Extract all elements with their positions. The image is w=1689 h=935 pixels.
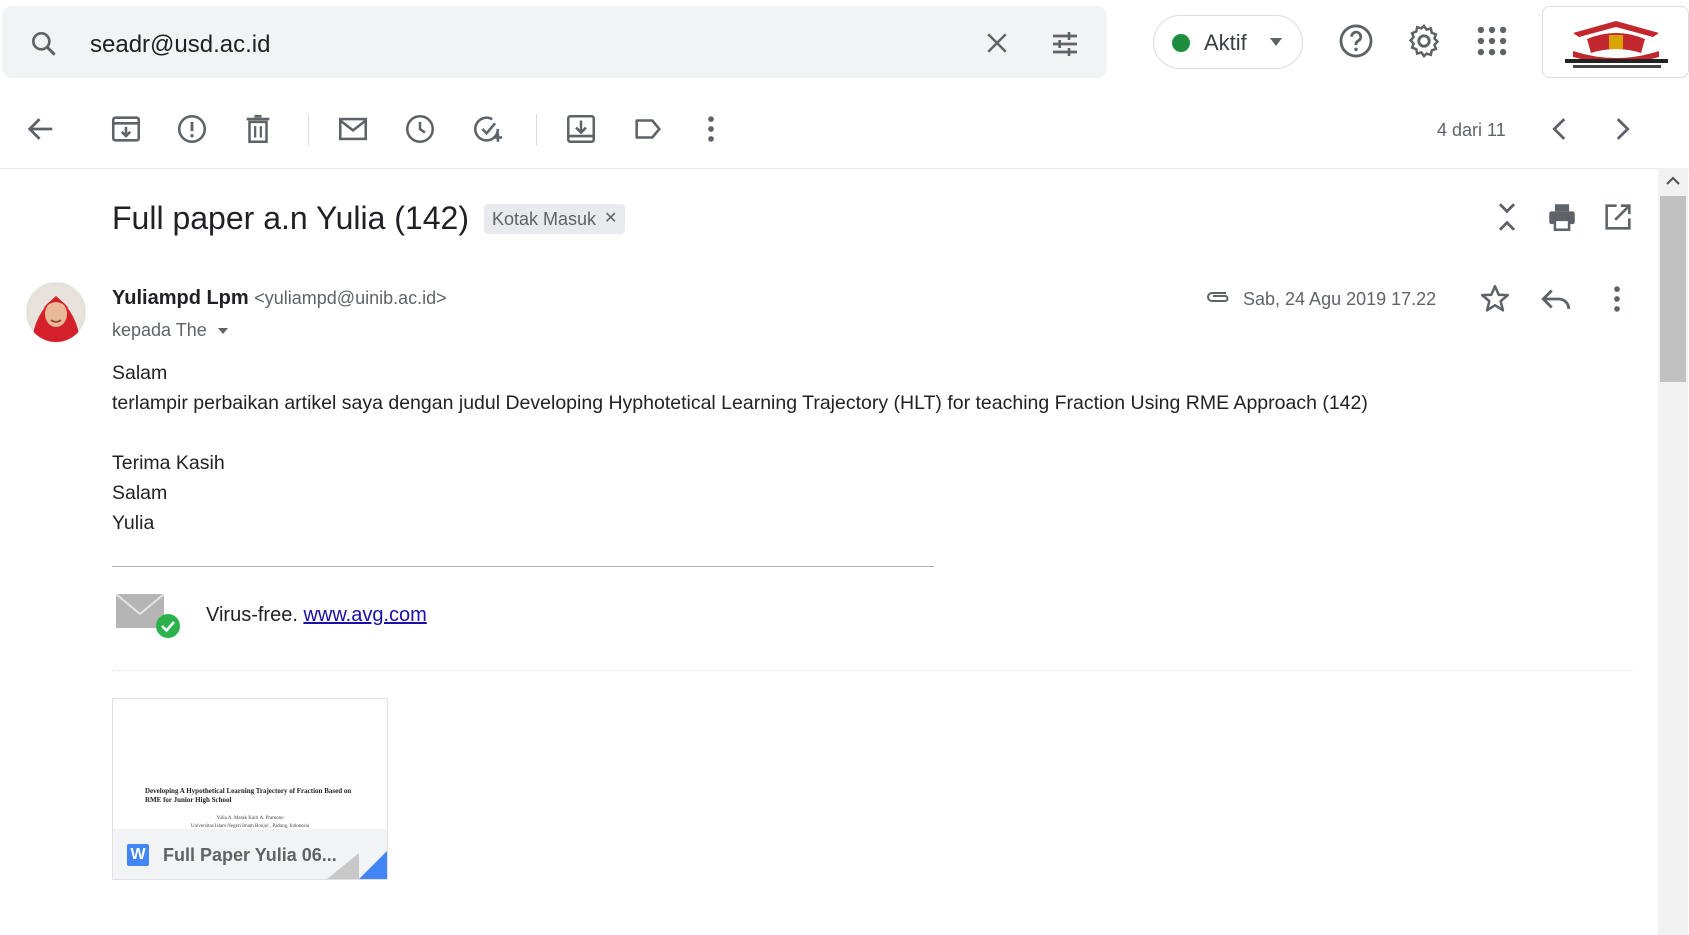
search-input[interactable]: seadr@usd.ac.id: [90, 31, 270, 59]
snooze-clock-icon[interactable]: [403, 112, 437, 146]
apps-grid-icon[interactable]: [1473, 22, 1511, 60]
recipients-text: kepada The: [112, 320, 207, 340]
collapse-all-icon[interactable]: [1490, 200, 1524, 234]
caret-down-icon: [1270, 38, 1282, 46]
star-icon[interactable]: [1478, 282, 1512, 316]
back-arrow-icon[interactable]: [24, 112, 58, 146]
body-line: Terima Kasih: [112, 452, 225, 474]
move-to-icon[interactable]: [564, 112, 598, 146]
body-line: Salam: [112, 482, 168, 504]
scroll-up-arrow-icon[interactable]: [1664, 172, 1682, 190]
pagination-counter: 4 dari 11: [1437, 120, 1506, 140]
label-chip-text: Kotak Masuk: [492, 209, 597, 229]
body-line: [112, 418, 1368, 448]
gear-icon[interactable]: [1405, 22, 1443, 60]
virus-free-mail-icon: [115, 593, 180, 638]
sender-line: Yuliampd Lpm <yuliampd@uinib.ac.id>: [112, 287, 447, 310]
attachment-filename: Full Paper Yulia 06...: [163, 845, 337, 865]
message-toolbar: 4 dari 11: [0, 98, 1689, 169]
logo-emblem-icon: [1565, 21, 1668, 68]
search-bar[interactable]: seadr@usd.ac.id: [2, 6, 1107, 78]
scrollbar[interactable]: [1658, 168, 1688, 935]
label-chip: Kotak Masuk ✕: [484, 204, 626, 234]
avatar-image: [26, 282, 86, 342]
scrollbar-thumb[interactable]: [1660, 196, 1686, 382]
signature-divider: [112, 566, 934, 567]
search-icon[interactable]: [28, 28, 60, 60]
caret-down-icon[interactable]: [217, 326, 229, 336]
body-line: Yulia: [112, 512, 155, 534]
top-bar: seadr@usd.ac.id Aktif: [0, 0, 1689, 82]
virus-free-note: Virus-free. www.avg.com: [206, 604, 427, 627]
file-corner-fold-icon: [327, 851, 387, 879]
add-to-tasks-icon[interactable]: [471, 112, 505, 146]
sender-name[interactable]: Yuliampd Lpm: [112, 287, 249, 309]
email-date: Sab, 24 Agu 2019 17.22: [1243, 289, 1437, 309]
sender-avatar[interactable]: [26, 282, 86, 342]
organization-logo[interactable]: [1542, 6, 1689, 78]
reply-icon[interactable]: [1539, 282, 1573, 316]
remove-label-icon[interactable]: ✕: [604, 204, 617, 234]
delete-icon[interactable]: [241, 112, 275, 146]
search-options-icon[interactable]: [1049, 28, 1081, 60]
email-body: Salam terlampir perbaikan artikel saya d…: [112, 358, 1368, 538]
attachment-card[interactable]: Developing A Hypothetical Learning Traje…: [112, 698, 388, 880]
word-document-icon: W: [127, 844, 149, 866]
virus-free-text: Virus-free.: [206, 604, 298, 626]
body-line: Salam: [112, 362, 168, 384]
attachment-preview: Developing A Hypothetical Learning Traje…: [145, 787, 355, 830]
mark-unread-icon[interactable]: [336, 112, 370, 146]
clear-search-icon[interactable]: [982, 28, 1012, 58]
avg-link[interactable]: www.avg.com: [303, 604, 426, 626]
preview-title: Developing A Hypothetical Learning Traje…: [145, 787, 352, 804]
toolbar-divider: [308, 114, 309, 146]
body-line: terlampir perbaikan artikel saya dengan …: [112, 392, 1368, 414]
help-icon[interactable]: [1337, 22, 1375, 60]
preview-authors: Yulia A. Marak Kairi A. Pramono: [216, 816, 284, 821]
label-tag-icon[interactable]: [631, 112, 665, 146]
chevron-left-icon[interactable]: [1543, 112, 1577, 146]
status-dropdown[interactable]: Aktif: [1153, 15, 1303, 69]
sender-email: <yuliampd@uinib.ac.id>: [254, 288, 447, 308]
open-in-new-window-icon[interactable]: [1601, 200, 1635, 234]
archive-icon[interactable]: [109, 112, 143, 146]
more-vertical-icon[interactable]: [1600, 282, 1634, 316]
more-vertical-icon[interactable]: [694, 112, 728, 146]
attachment-clip-icon: [1207, 292, 1229, 302]
email-subject: Full paper a.n Yulia (142): [112, 200, 469, 236]
print-icon[interactable]: [1545, 200, 1579, 234]
recipients-line[interactable]: kepada The: [112, 320, 229, 341]
attachments-divider: [112, 670, 1634, 672]
report-spam-icon[interactable]: [175, 112, 209, 146]
status-dot: [1172, 34, 1190, 52]
chevron-right-icon[interactable]: [1605, 112, 1639, 146]
status-label: Aktif: [1204, 30, 1247, 55]
toolbar-divider: [536, 114, 537, 146]
